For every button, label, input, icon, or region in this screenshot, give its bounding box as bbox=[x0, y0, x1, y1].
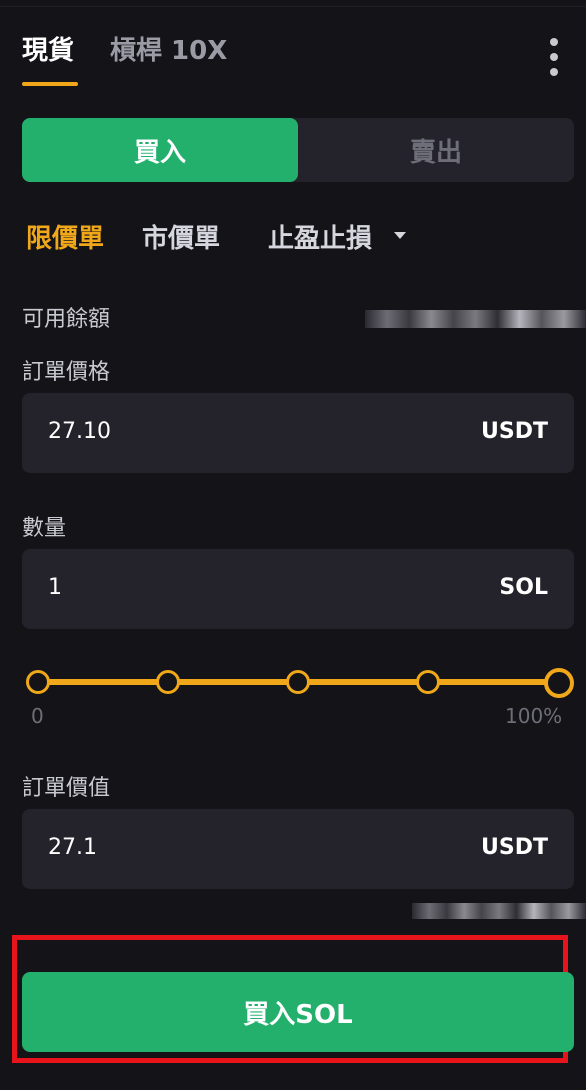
slider-max-label: 100% bbox=[505, 704, 563, 728]
active-tab-indicator bbox=[22, 82, 78, 86]
balance-value-redacted bbox=[365, 310, 586, 328]
price-value: 27.10 bbox=[48, 419, 111, 444]
tab-margin[interactable]: 槓桿 10X bbox=[110, 30, 227, 67]
buy-sol-button[interactable]: 買入SOL bbox=[22, 972, 574, 1052]
tab-spot[interactable]: 現貨 bbox=[22, 30, 74, 67]
amount-percent-slider[interactable] bbox=[26, 668, 574, 698]
slider-step-75[interactable] bbox=[416, 670, 440, 694]
amount-input[interactable]: 1 SOL bbox=[22, 549, 574, 629]
top-divider bbox=[0, 0, 586, 7]
slider-step-25[interactable] bbox=[156, 670, 180, 694]
order-value-unit: USDT bbox=[481, 835, 548, 860]
amount-label: 數量 bbox=[22, 516, 67, 541]
order-value-input[interactable]: 27.1 USDT bbox=[22, 809, 574, 889]
caret-down-icon[interactable] bbox=[394, 232, 406, 239]
more-vertical-icon[interactable] bbox=[540, 38, 568, 78]
slider-min-label: 0 bbox=[31, 704, 44, 728]
amount-value: 1 bbox=[48, 575, 62, 600]
price-label: 訂單價格 bbox=[22, 360, 111, 385]
order-value-label: 訂單價值 bbox=[22, 776, 111, 801]
order-type-stop[interactable]: 止盈止損 bbox=[268, 218, 372, 255]
order-value-value: 27.1 bbox=[48, 835, 97, 860]
slider-handle[interactable] bbox=[544, 668, 574, 698]
amount-unit: SOL bbox=[499, 575, 548, 600]
order-type-limit[interactable]: 限價單 bbox=[26, 218, 104, 255]
fee-info-redacted bbox=[412, 903, 586, 919]
price-unit: USDT bbox=[481, 419, 548, 444]
order-type-market[interactable]: 市價單 bbox=[142, 218, 220, 255]
slider-step-50[interactable] bbox=[286, 670, 310, 694]
slider-step-0[interactable] bbox=[26, 670, 50, 694]
price-input[interactable]: 27.10 USDT bbox=[22, 393, 574, 473]
available-balance-label: 可用餘額 bbox=[22, 307, 111, 332]
buy-sell-toggle: 買入 賣出 bbox=[22, 118, 574, 182]
buy-side-button[interactable]: 買入 bbox=[22, 118, 298, 182]
sell-side-button[interactable]: 賣出 bbox=[298, 118, 574, 182]
